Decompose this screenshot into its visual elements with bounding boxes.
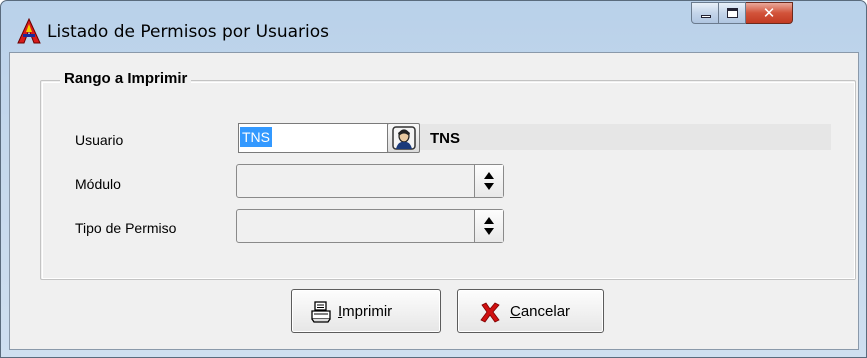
user-name-display: TNS xyxy=(430,130,460,147)
usuario-label: Usuario xyxy=(75,132,124,148)
tipo-permiso-select[interactable] xyxy=(236,209,504,243)
printer-icon xyxy=(311,301,331,323)
minimize-icon xyxy=(701,15,711,18)
red-x-icon xyxy=(480,302,500,323)
maximize-button[interactable] xyxy=(719,2,746,24)
close-button[interactable]: ✕ xyxy=(746,2,793,24)
spin-arrows-icon xyxy=(484,217,494,235)
cancelar-label: Cancelar xyxy=(510,303,571,320)
cancelar-button[interactable]: Cancelar xyxy=(457,289,604,333)
modulo-label: Módulo xyxy=(75,176,121,192)
modulo-spin-button[interactable] xyxy=(474,165,503,197)
usuario-input[interactable]: TNS xyxy=(238,123,388,153)
close-icon: ✕ xyxy=(762,5,776,22)
person-lookup-icon xyxy=(392,126,416,150)
tipo-permiso-label: Tipo de Permiso xyxy=(75,220,177,236)
dialog-window: Listado de Permisos por Usuarios ✕ Rango… xyxy=(0,0,867,358)
tipo-permiso-spin-button[interactable] xyxy=(474,210,503,242)
user-lookup-button[interactable] xyxy=(387,123,420,153)
minimize-button[interactable] xyxy=(691,2,719,24)
window-title: Listado de Permisos por Usuarios xyxy=(47,22,330,42)
modulo-select[interactable] xyxy=(236,164,504,198)
imprimir-label: Imprimir xyxy=(338,303,393,320)
dialog-client-area: Rango a Imprimir Usuario TNS TNS Módulo xyxy=(9,52,859,350)
spin-arrows-icon xyxy=(484,172,494,190)
imprimir-button[interactable]: Imprimir xyxy=(291,289,441,333)
maximize-icon xyxy=(727,8,738,18)
group-title: Rango a Imprimir xyxy=(60,70,192,87)
app-logo-icon xyxy=(17,18,41,44)
title-bar[interactable]: Listado de Permisos por Usuarios ✕ xyxy=(1,1,866,51)
usuario-input-value: TNS xyxy=(240,127,272,147)
